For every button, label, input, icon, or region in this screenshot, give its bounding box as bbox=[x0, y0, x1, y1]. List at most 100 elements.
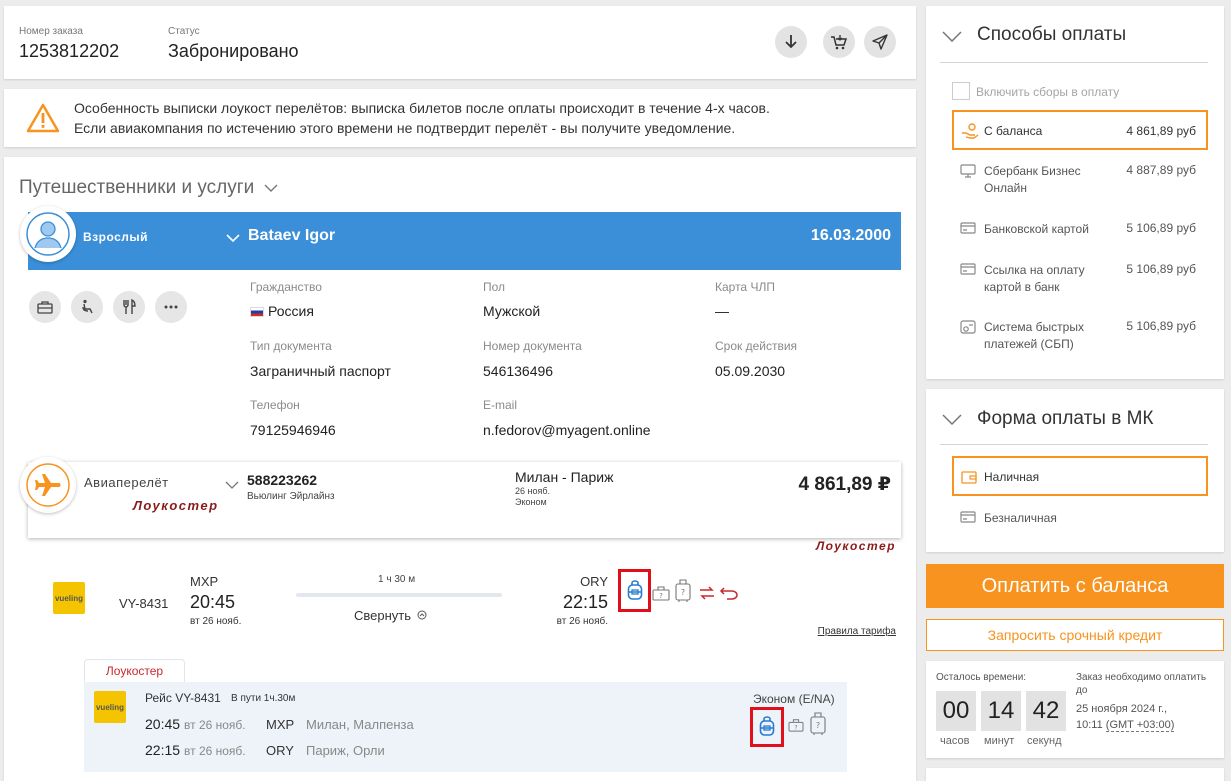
pay-method-balance-label: С баланса bbox=[984, 124, 1043, 138]
pay-method-card-link[interactable]: Ссылка на оплату картой в банк 5 106,89 … bbox=[952, 262, 1208, 298]
send-button[interactable] bbox=[864, 26, 896, 58]
baggage-service-button[interactable] bbox=[29, 291, 61, 323]
order-header: Номер заказа 1253812202 Статус Заброниро… bbox=[4, 6, 916, 79]
segment-arr-time: 22:15 bbox=[562, 592, 608, 612]
deadline-time-row: 10:11 (GMT +03:00) bbox=[1076, 719, 1175, 732]
email-label: E-mail bbox=[483, 398, 518, 412]
chevron-down-icon bbox=[225, 481, 239, 489]
lowcost-label: Лоукостер bbox=[133, 498, 219, 513]
credit-card-icon bbox=[960, 511, 976, 523]
backpack-icon bbox=[627, 580, 643, 600]
passenger-birthdate: 16.03.2000 bbox=[810, 227, 891, 244]
detail-dep-time: 20:45 bbox=[145, 716, 181, 732]
fare-rules-link[interactable]: Правила тарифа bbox=[818, 626, 896, 637]
pay-method-sbp-label: Система быстрых платежей (СБП) bbox=[984, 320, 1084, 351]
mk-option-noncash[interactable]: Безналичная bbox=[952, 510, 1208, 530]
detail-dep-code: MXP bbox=[266, 717, 295, 732]
mk-option-cash[interactable]: Наличная bbox=[952, 456, 1208, 496]
chevron-up-circle-icon bbox=[417, 610, 427, 620]
flight-price: 4 861,89 ₽ bbox=[798, 474, 891, 495]
segment-from-code: MXP bbox=[190, 574, 219, 589]
pay-method-sberbank[interactable]: Сбербанк Бизнес Онлайн 4 887,89 руб bbox=[952, 163, 1208, 199]
refund-icon bbox=[719, 587, 738, 600]
pay-from-balance-button[interactable]: Оплатить с баланса bbox=[926, 564, 1224, 608]
expiry-value: 05.09.2030 bbox=[715, 363, 786, 379]
passenger-name: Bataev Igor bbox=[248, 227, 336, 244]
pay-method-card[interactable]: Банковской картой 5 106,89 руб bbox=[952, 221, 1208, 241]
warning-icon bbox=[26, 103, 60, 133]
computer-icon bbox=[960, 164, 976, 178]
pay-method-card-label: Банковской картой bbox=[984, 222, 1089, 236]
doc-type-value: Заграничный паспорт bbox=[250, 363, 391, 379]
timer-seconds-label: секунд bbox=[1027, 735, 1062, 747]
request-credit-button[interactable]: Запросить срочный кредит bbox=[926, 619, 1224, 651]
passenger-type: Взрослый bbox=[83, 230, 149, 244]
download-button[interactable] bbox=[775, 26, 807, 58]
detail-arr-code: ORY bbox=[266, 743, 294, 758]
doc-type-label: Тип документа bbox=[250, 339, 332, 353]
more-icon bbox=[164, 305, 178, 309]
bottom-card bbox=[926, 768, 1224, 781]
carry-on-highlight[interactable] bbox=[618, 569, 651, 612]
pay-method-balance[interactable]: С баланса 4 861,89 руб bbox=[952, 110, 1208, 150]
chevron-down-icon[interactable] bbox=[942, 413, 962, 425]
segment-detail-tab[interactable]: Лоукостер bbox=[84, 659, 185, 683]
detail-arr-airport: Париж, Орли bbox=[306, 743, 385, 758]
bag-unknown-icon: ? bbox=[652, 586, 670, 601]
gender-value: Мужской bbox=[483, 303, 541, 319]
passenger-header[interactable]: Взрослый Bataev Igor 16.03.2000 bbox=[28, 212, 901, 270]
expiry-label: Срок действия bbox=[715, 339, 798, 353]
seat-service-button[interactable] bbox=[71, 291, 103, 323]
deadline-time: 10:11 bbox=[1076, 719, 1103, 731]
credit-card-icon bbox=[960, 222, 976, 234]
time-left-label: Осталось времени: bbox=[936, 672, 1027, 683]
wallet-icon bbox=[961, 471, 977, 484]
include-fees-checkbox[interactable] bbox=[952, 82, 970, 100]
more-services-button[interactable] bbox=[155, 291, 187, 323]
request-credit-label: Запросить срочный кредит bbox=[987, 627, 1163, 643]
detail-arr-date: вт 26 нояб. bbox=[184, 744, 246, 758]
seat-icon bbox=[82, 299, 93, 314]
detail-dep-airport: Милан, Малпенза bbox=[306, 717, 414, 732]
travelers-title[interactable]: Путешественники и услуги bbox=[19, 177, 278, 199]
backpack-icon bbox=[759, 716, 775, 736]
meal-service-button[interactable] bbox=[113, 291, 145, 323]
flight-service-card[interactable]: Авиаперелёт Лоукостер 588223262 Вьюлинг … bbox=[28, 462, 901, 538]
svg-text:?: ? bbox=[681, 588, 685, 597]
chevron-down-icon[interactable] bbox=[942, 30, 962, 42]
cart-icon bbox=[831, 35, 848, 50]
vueling-logo-text: vueling bbox=[54, 593, 83, 603]
payment-title: Способы оплаты bbox=[977, 24, 1127, 45]
svg-text:?: ? bbox=[659, 592, 663, 600]
flight-type: Авиаперелёт bbox=[84, 475, 169, 490]
pay-from-balance-label: Оплатить с баланса bbox=[981, 575, 1169, 597]
collapse-toggle[interactable]: Свернуть bbox=[354, 608, 427, 623]
timer-seconds: 42 bbox=[1026, 691, 1066, 731]
chevron-down-icon bbox=[226, 234, 240, 243]
exchange-icon bbox=[700, 586, 714, 600]
status-label: Статус bbox=[168, 26, 200, 37]
mk-option-cash-label: Наличная bbox=[984, 470, 1040, 484]
flight-date: 26 нояб. bbox=[515, 486, 551, 496]
deadline-timezone[interactable]: (GMT +03:00) bbox=[1105, 719, 1175, 732]
segment-detail-panel: vueling Рейс VY-8431 В пути 1ч.30м Эконо… bbox=[84, 682, 847, 772]
svg-text:?: ? bbox=[816, 721, 820, 730]
doc-number-label: Номер документа bbox=[483, 339, 582, 353]
notice-line-1: Особенность выписки лоукост перелётов: в… bbox=[74, 100, 770, 116]
email-value: n.fedorov@myagent.online bbox=[483, 422, 651, 438]
citizenship-value: Россия bbox=[250, 303, 314, 319]
gender-label: Пол bbox=[483, 280, 506, 294]
pay-method-sbp[interactable]: Система быстрых платежей (СБП) 5 106,89 … bbox=[952, 319, 1208, 355]
credit-card-icon bbox=[960, 263, 976, 275]
detail-carry-on-highlight[interactable] bbox=[750, 707, 784, 747]
timer-minutes: 14 bbox=[981, 691, 1021, 731]
mk-payment-title: Форма оплаты в МК bbox=[977, 408, 1154, 429]
add-to-cart-button[interactable] bbox=[823, 26, 855, 58]
person-icon bbox=[26, 212, 70, 256]
bag-unknown-icon: ? bbox=[788, 719, 804, 732]
order-number-label: Номер заказа bbox=[19, 26, 83, 37]
pay-method-balance-amount: 4 861,89 руб bbox=[1126, 124, 1196, 138]
segment-arr-date: вт 26 нояб. bbox=[556, 616, 608, 627]
plane-avatar bbox=[20, 457, 76, 513]
suitcase-unknown-icon: ? bbox=[810, 712, 826, 735]
